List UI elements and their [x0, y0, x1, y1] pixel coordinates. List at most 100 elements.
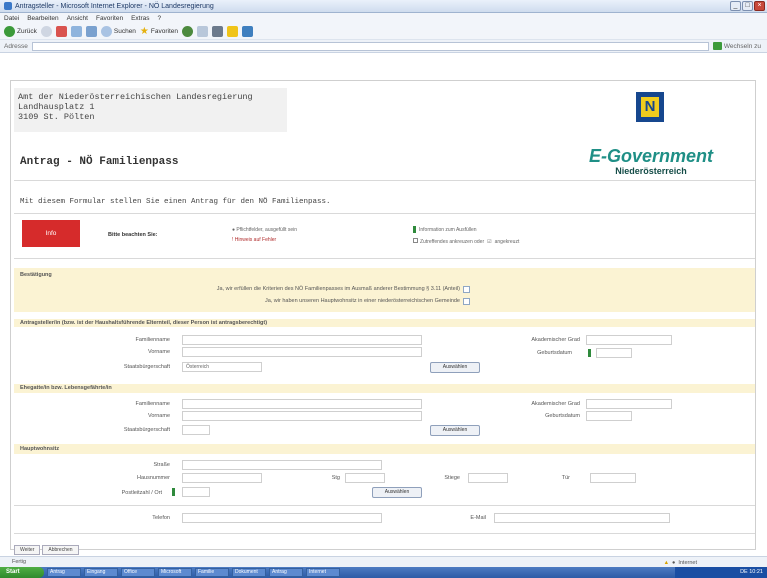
status-bar: Fertig ▲ ● Internet	[0, 556, 767, 567]
close-button[interactable]: ×	[754, 1, 765, 11]
partner-degree-input[interactable]	[586, 399, 672, 409]
system-tray: DE 10:21	[675, 567, 767, 578]
minimize-button[interactable]: _	[730, 1, 741, 11]
floor-input[interactable]	[468, 473, 508, 483]
form-actions: Weiter Abbrechen	[14, 545, 79, 555]
legend-error: ! Hinweis auf Fehler	[232, 237, 277, 243]
housenumber-label: Hausnummer	[136, 475, 170, 481]
applicant-firstname-input[interactable]	[182, 347, 422, 357]
messenger-icon[interactable]	[242, 25, 253, 37]
applicant-nationality-select[interactable]: Österreich	[182, 362, 262, 372]
address-line: Landhausplatz 1	[18, 102, 95, 112]
firstname-label: Vorname	[147, 349, 170, 355]
window-buttons: _ □ ×	[730, 1, 765, 11]
phone-input[interactable]	[182, 513, 382, 523]
ie-icon	[4, 2, 12, 10]
door-input[interactable]	[590, 473, 636, 483]
history-icon[interactable]	[182, 25, 193, 37]
start-button[interactable]: Start	[0, 567, 44, 578]
legend-info: Information zum Ausfüllen	[413, 226, 477, 233]
taskbar-item[interactable]: Antrag	[269, 568, 303, 577]
address-line: Amt der Niederösterreichischen Landesreg…	[18, 92, 253, 102]
menu-help[interactable]: ?	[158, 15, 162, 22]
degree-label: Akademischer Grad	[531, 337, 580, 343]
partner-firstname-input[interactable]	[182, 411, 422, 421]
browser-toolbar: Zurück Suchen ★ Favoriten	[0, 23, 767, 40]
info-button[interactable]: Info	[22, 220, 80, 247]
confirm-checkbox-2[interactable]	[463, 298, 470, 305]
partner-select-button[interactable]: Auswählen	[430, 425, 480, 436]
applicant-degree-input[interactable]	[586, 335, 672, 345]
email-input[interactable]	[494, 513, 670, 523]
menu-view[interactable]: Ansicht	[67, 15, 88, 22]
applicant-select-button[interactable]: Auswählen	[430, 362, 480, 373]
stairs-input[interactable]	[345, 473, 385, 483]
taskbar-item[interactable]: Antrag	[47, 568, 81, 577]
stop-icon[interactable]	[55, 25, 67, 37]
partner-birthdate-input[interactable]	[586, 411, 632, 421]
office-address: Amt der Niederösterreichischen Landesreg…	[14, 88, 287, 132]
housenumber-input[interactable]	[182, 473, 262, 483]
confirm-question-1: Ja, wir erfüllen die Kriterien des NÖ Fa…	[216, 286, 460, 292]
address-label: Adresse	[4, 42, 28, 50]
check-mark-icon: ☑	[487, 239, 492, 245]
home-icon[interactable]	[85, 25, 97, 37]
taskbar-item[interactable]: Internet	[306, 568, 340, 577]
favorites-button[interactable]: ★ Favoriten	[140, 26, 178, 37]
taskbar-item[interactable]: Microsoft	[158, 568, 192, 577]
print-icon[interactable]	[212, 25, 223, 37]
surname-label: Familienname	[135, 401, 170, 407]
address-line: 3109 St. Pölten	[18, 112, 95, 122]
maximize-button[interactable]: □	[742, 1, 753, 11]
taskbar-item[interactable]: Dokument	[232, 568, 266, 577]
page-title: Antrag - NÖ Familienpass	[20, 156, 179, 168]
folder-icon[interactable]	[227, 25, 238, 37]
stairs-label: Stg	[331, 475, 340, 481]
confirm-checkbox-1[interactable]	[463, 286, 470, 293]
taskbar-item[interactable]: Familie	[195, 568, 229, 577]
noe-logo: N	[636, 92, 664, 122]
menu-favorites[interactable]: Favoriten	[96, 15, 123, 22]
info-marker-icon	[413, 226, 416, 233]
search-button[interactable]: Suchen	[100, 25, 136, 37]
taskbar-item[interactable]: Office	[121, 568, 155, 577]
cancel-button[interactable]: Abbrechen	[42, 545, 79, 555]
divider	[14, 505, 755, 506]
divider	[14, 258, 755, 259]
applicant-surname-input[interactable]	[182, 335, 422, 345]
refresh-icon[interactable]	[70, 25, 82, 37]
star-icon: ★	[139, 25, 149, 37]
egov-subtitle: Niederösterreich	[615, 166, 687, 176]
forward-icon[interactable]	[40, 25, 52, 37]
go-button[interactable]: Wechseln zu	[712, 42, 761, 50]
section-title: Bestätigung	[20, 272, 52, 278]
street-label: Straße	[153, 462, 170, 468]
partner-surname-input[interactable]	[182, 399, 422, 409]
surname-label: Familienname	[135, 337, 170, 343]
nationality-label: Staatsbürgerschaft	[123, 427, 170, 433]
birthdate-label: Geburtsdatum	[537, 350, 572, 356]
menu-edit[interactable]: Bearbeiten	[27, 15, 58, 22]
postcode-label: Postleitzahl / Ort	[121, 490, 162, 496]
taskbar-item[interactable]: Eingang	[84, 568, 118, 577]
street-input[interactable]	[182, 460, 382, 470]
section-partner-header	[14, 384, 755, 393]
postcode-input[interactable]	[182, 487, 210, 497]
status-text: Fertig	[12, 559, 27, 565]
birthdate-label: Geburtsdatum	[545, 413, 580, 419]
menu-tools[interactable]: Extras	[131, 15, 149, 22]
address-input[interactable]	[31, 41, 709, 51]
applicant-birthdate-input[interactable]	[596, 348, 632, 358]
next-button[interactable]: Weiter	[14, 545, 41, 555]
go-icon	[712, 42, 722, 50]
phone-label: Telefon	[152, 515, 170, 521]
back-button[interactable]: Zurück	[4, 25, 37, 37]
degree-label: Akademischer Grad	[531, 401, 580, 407]
address-bar: Adresse Wechseln zu	[0, 40, 767, 53]
partner-nationality-select[interactable]	[182, 425, 210, 435]
door-label: Tür	[561, 475, 570, 481]
menu-file[interactable]: Datei	[4, 15, 19, 22]
mail-icon[interactable]	[197, 25, 208, 37]
intro-text: Mit diesem Formular stellen Sie einen An…	[20, 198, 331, 206]
residence-select-button[interactable]: Auswählen	[372, 487, 422, 498]
